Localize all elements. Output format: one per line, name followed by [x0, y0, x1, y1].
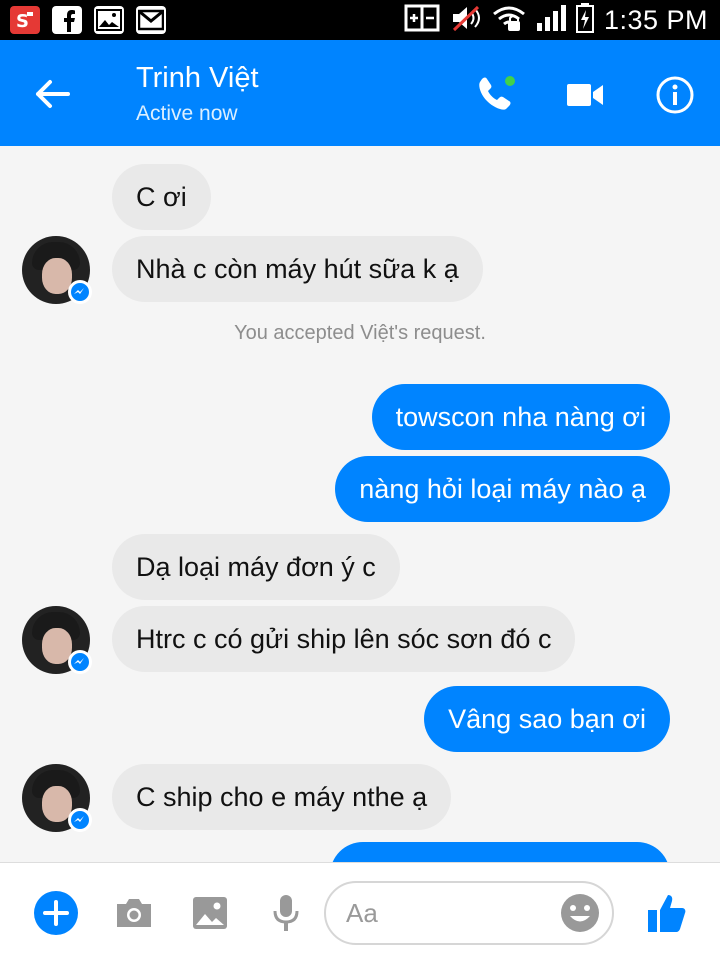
voice-message-button[interactable]: [262, 889, 310, 937]
message-composer: [0, 862, 720, 960]
incoming-message[interactable]: Dạ loại máy đơn ý c: [112, 534, 400, 600]
wifi-icon: [492, 4, 526, 37]
mute-icon: [450, 4, 482, 37]
signal-icon: [536, 4, 566, 37]
emoji-icon: [561, 894, 599, 932]
messenger-badge-icon: [68, 280, 92, 304]
add-icon: [34, 891, 78, 935]
contact-avatar[interactable]: [22, 764, 92, 832]
thumbs-up-icon: [648, 895, 686, 932]
messenger-badge-icon: [68, 650, 92, 674]
system-indicators: 1:35 PM: [404, 0, 708, 40]
emoji-button[interactable]: [560, 893, 600, 933]
camera-icon: [117, 899, 151, 927]
screen-mirror-icon: [404, 4, 440, 37]
info-icon: [656, 76, 694, 114]
conversation-info-button[interactable]: [650, 70, 700, 120]
sms-app-icon: S: [10, 6, 40, 34]
incoming-message[interactable]: Nhà c còn máy hút sữa k ạ: [112, 236, 483, 302]
more-actions-button[interactable]: [32, 889, 80, 937]
microphone-icon: [273, 895, 299, 931]
voice-call-button[interactable]: [470, 70, 520, 120]
gallery-icon: [94, 6, 124, 34]
messenger-badge-icon: [68, 808, 92, 832]
outgoing-message[interactable]: towscon nha nàng ơi: [371, 384, 670, 450]
video-call-icon: [567, 84, 603, 106]
contact-name[interactable]: Trinh Việt: [136, 62, 259, 95]
contact-avatar[interactable]: [22, 236, 92, 304]
conversation-header: Trinh Việt Active now: [0, 40, 720, 146]
active-status: Active now: [136, 102, 238, 125]
outgoing-message[interactable]: Vâng sao bạn ơi: [424, 686, 670, 752]
status-bar: S 1:35 PM: [0, 0, 720, 40]
back-arrow-icon: [36, 80, 70, 108]
message-list[interactable]: C ơi Nhà c còn máy hút sữa k ạ You accep…: [0, 146, 720, 862]
clock: 1:35 PM: [603, 4, 708, 35]
incoming-message[interactable]: C ship cho e máy nthe ạ: [112, 764, 452, 830]
outgoing-message[interactable]: nàng hỏi loại máy nào ạ: [335, 456, 670, 522]
image-icon: [193, 897, 227, 929]
outgoing-message-partial[interactable]: [330, 842, 670, 862]
contact-avatar[interactable]: [22, 606, 92, 674]
gallery-button[interactable]: [186, 889, 234, 937]
camera-button[interactable]: [110, 889, 158, 937]
facebook-icon: [52, 6, 82, 34]
gmail-icon: [136, 6, 166, 34]
video-call-button[interactable]: [560, 70, 610, 120]
battery-charging-icon: [575, 2, 594, 38]
incoming-message[interactable]: C ơi: [112, 164, 211, 230]
notification-icons: S: [10, 6, 166, 34]
back-button[interactable]: [30, 74, 74, 114]
system-notice: You accepted Việt's request.: [234, 322, 486, 344]
like-button[interactable]: [644, 889, 692, 937]
incoming-message[interactable]: Htrc c có gửi ship lên sóc sơn đó c: [112, 606, 576, 672]
phone-call-icon: [479, 76, 515, 110]
